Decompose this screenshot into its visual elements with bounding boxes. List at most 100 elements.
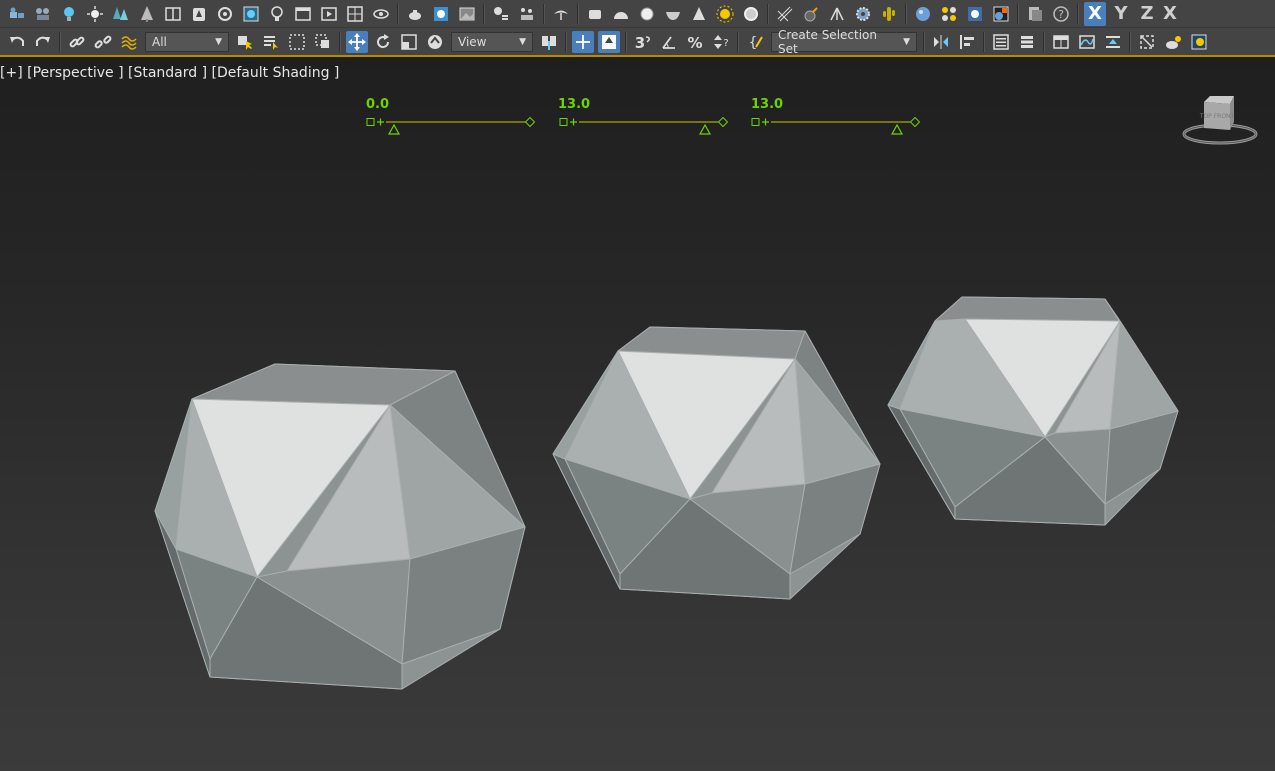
help-icon[interactable]: ? — [1050, 3, 1072, 25]
cactus-icon[interactable] — [878, 3, 900, 25]
svg-text:%: % — [687, 34, 702, 51]
select-by-name-icon[interactable] — [260, 31, 282, 53]
select-and-move-icon[interactable] — [346, 30, 368, 53]
bind-space-warp-icon[interactable] — [118, 31, 140, 53]
mirror-icon[interactable] — [930, 31, 952, 53]
rectangular-selection-icon[interactable] — [286, 31, 308, 53]
axis-z-button[interactable]: Z — [1136, 2, 1158, 26]
slider-box-icon — [751, 118, 760, 126]
pivot-center-icon[interactable] — [538, 31, 560, 53]
curve-editor-icon[interactable] — [1076, 31, 1098, 53]
trees-icon[interactable] — [110, 3, 132, 25]
percent-snap-icon[interactable]: % — [684, 31, 706, 53]
selection-filter-dropdown[interactable]: All ▼ — [145, 31, 229, 52]
material-editor-icon[interactable] — [1136, 31, 1158, 53]
render-setup-teapot-icon[interactable] — [1162, 31, 1184, 53]
viewport-scene — [154, 116, 1179, 690]
dome-icon[interactable] — [610, 3, 632, 25]
bomb-icon[interactable] — [800, 3, 822, 25]
snaps-toggle-icon[interactable]: 3 — [632, 31, 654, 53]
selection-filter-value: All — [152, 34, 167, 49]
eye-icon[interactable] — [370, 3, 392, 25]
sun-icon[interactable] — [84, 3, 106, 25]
redo-icon[interactable] — [32, 31, 54, 53]
rotate-object-icon[interactable] — [214, 3, 236, 25]
slider-value: 0.0 — [366, 97, 390, 112]
toolbar-separator — [767, 3, 769, 24]
tree-icon[interactable] — [136, 3, 158, 25]
render-setup-icon[interactable] — [964, 3, 986, 25]
unlink-icon[interactable] — [92, 31, 114, 53]
bird-icon[interactable] — [550, 3, 572, 25]
toolbar-separator — [339, 31, 341, 52]
edit-named-selection-icon[interactable]: { — [744, 31, 766, 53]
perspective-viewport[interactable]: [+] [Perspective ] [Standard ] [Default … — [0, 59, 1275, 771]
select-manipulate-icon[interactable] — [572, 30, 594, 53]
window-crossing-icon[interactable] — [312, 31, 334, 53]
select-and-place-icon[interactable] — [424, 31, 446, 53]
spinner-snap-icon[interactable]: ? — [710, 31, 732, 53]
material-sphere-icon[interactable] — [912, 3, 934, 25]
camera-group-icon[interactable] — [32, 3, 54, 25]
dots-icon[interactable] — [938, 3, 960, 25]
frame-icon[interactable] — [240, 3, 262, 25]
gear-icon[interactable] — [852, 3, 874, 25]
ribbon-toggle-icon[interactable] — [1050, 31, 1072, 53]
axis-x-button[interactable]: X — [1084, 1, 1106, 26]
box-icon[interactable] — [584, 3, 606, 25]
slider-handle[interactable] — [698, 123, 712, 135]
mesh-icon[interactable] — [774, 3, 796, 25]
slider-value: 13.0 — [751, 97, 784, 112]
icosahedron-object[interactable] — [552, 326, 881, 600]
manipulator-sliders — [366, 116, 921, 135]
select-and-scale-icon[interactable] — [398, 31, 420, 53]
icosahedron-object[interactable] — [887, 296, 1179, 526]
slider-handle[interactable] — [890, 123, 904, 135]
disc-icon[interactable] — [740, 3, 762, 25]
bag-icon[interactable] — [188, 3, 210, 25]
book-icon[interactable] — [162, 3, 184, 25]
layer-explorer-icon[interactable] — [1016, 31, 1038, 53]
schematic-view-icon[interactable] — [1102, 31, 1124, 53]
align-icon[interactable] — [956, 31, 978, 53]
particle-icon[interactable] — [516, 3, 538, 25]
viewport-label[interactable]: [+] [Perspective ] [Standard ] [Default … — [0, 65, 339, 81]
reference-coordinate-dropdown[interactable]: View ▼ — [451, 31, 533, 52]
select-object-icon[interactable] — [234, 31, 256, 53]
axis-y-button[interactable]: Y — [1110, 2, 1132, 26]
slider-end-diamond-icon — [524, 116, 536, 128]
window-icon[interactable] — [292, 3, 314, 25]
named-selection-set-value: Create Selection Set — [778, 27, 877, 56]
link-icon[interactable] — [66, 31, 88, 53]
slider-end-diamond-icon — [909, 116, 921, 128]
slider-handle[interactable] — [387, 123, 401, 135]
keyboard-shortcut-override-icon[interactable] — [598, 30, 620, 53]
axis-extra-button[interactable]: X — [1162, 2, 1178, 26]
named-selection-set-dropdown[interactable]: Create Selection Set ▼ — [771, 28, 917, 56]
angle-snap-icon[interactable] — [658, 31, 680, 53]
sphere-icon[interactable] — [636, 3, 658, 25]
image-icon[interactable] — [456, 3, 478, 25]
icosahedron-object[interactable] — [154, 363, 526, 690]
target-icon[interactable] — [344, 3, 366, 25]
file-icon[interactable] — [1024, 3, 1046, 25]
toolbar-separator — [1129, 31, 1131, 52]
cone-icon[interactable] — [688, 3, 710, 25]
render-frame-icon[interactable] — [430, 3, 452, 25]
rendered-frame-window-icon[interactable] — [1188, 31, 1210, 53]
light-bulb-icon[interactable] — [58, 3, 80, 25]
film-icon[interactable] — [318, 3, 340, 25]
sun-burst-icon[interactable] — [714, 3, 736, 25]
viewcube[interactable]: TOP FRONT — [1182, 92, 1262, 147]
bowl-icon[interactable] — [662, 3, 684, 25]
render-scene-icon[interactable] — [990, 3, 1012, 25]
bulb-outline-icon[interactable] — [266, 3, 288, 25]
undo-icon[interactable] — [6, 31, 28, 53]
toolbar-separator — [737, 31, 739, 52]
select-and-rotate-icon[interactable] — [372, 31, 394, 53]
teapot-icon[interactable] — [404, 3, 426, 25]
scene-explorer-icon[interactable] — [990, 31, 1012, 53]
tripod-icon[interactable] — [826, 3, 848, 25]
cameras-icon[interactable] — [6, 3, 28, 25]
light-list-icon[interactable] — [490, 3, 512, 25]
